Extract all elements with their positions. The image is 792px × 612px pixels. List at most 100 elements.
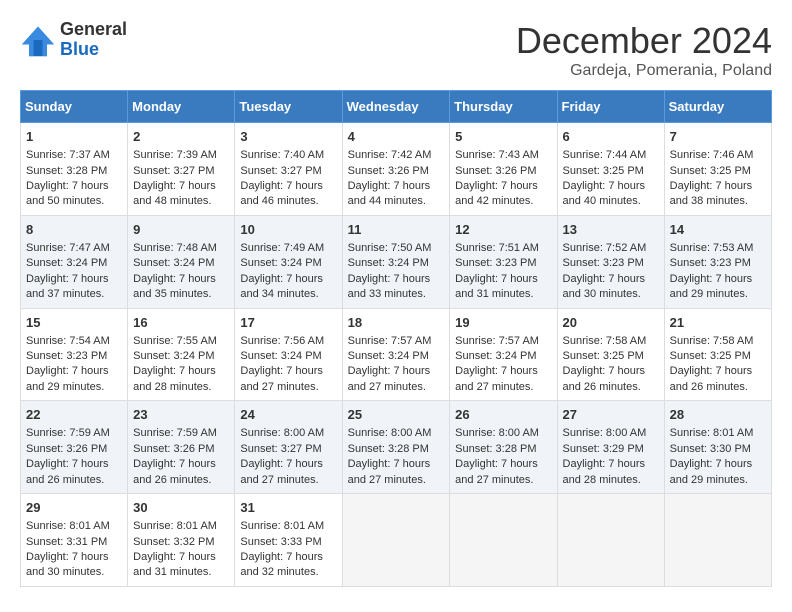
sunset-text: Sunset: 3:25 PM (563, 165, 644, 177)
calendar-header-saturday: Saturday (664, 91, 771, 123)
calendar-cell: 31Sunrise: 8:01 AMSunset: 3:33 PMDayligh… (235, 494, 342, 587)
sunrise-text: Sunrise: 7:59 AM (133, 427, 217, 439)
sunrise-text: Sunrise: 7:53 AM (670, 242, 754, 254)
day-number: 13 (563, 221, 659, 239)
daylight-text: Daylight: 7 hours and 38 minutes. (670, 180, 753, 207)
calendar-week-1: 1Sunrise: 7:37 AMSunset: 3:28 PMDaylight… (21, 123, 772, 216)
title-block: December 2024 Gardeja, Pomerania, Poland (516, 20, 772, 80)
sunset-text: Sunset: 3:29 PM (563, 443, 644, 455)
sunset-text: Sunset: 3:24 PM (455, 350, 536, 362)
calendar-cell: 17Sunrise: 7:56 AMSunset: 3:24 PMDayligh… (235, 308, 342, 401)
calendar-header-thursday: Thursday (450, 91, 557, 123)
day-number: 21 (670, 314, 766, 332)
day-number: 27 (563, 406, 659, 424)
calendar-cell: 14Sunrise: 7:53 AMSunset: 3:23 PMDayligh… (664, 215, 771, 308)
daylight-text: Daylight: 7 hours and 30 minutes. (26, 551, 109, 578)
daylight-text: Daylight: 7 hours and 26 minutes. (670, 365, 753, 392)
sunrise-text: Sunrise: 7:58 AM (563, 335, 647, 347)
sunset-text: Sunset: 3:27 PM (240, 165, 321, 177)
sunset-text: Sunset: 3:26 PM (455, 165, 536, 177)
calendar-header-friday: Friday (557, 91, 664, 123)
sunrise-text: Sunrise: 7:37 AM (26, 149, 110, 161)
sunset-text: Sunset: 3:24 PM (133, 350, 214, 362)
location: Gardeja, Pomerania, Poland (516, 62, 772, 80)
daylight-text: Daylight: 7 hours and 27 minutes. (348, 458, 431, 485)
daylight-text: Daylight: 7 hours and 46 minutes. (240, 180, 323, 207)
sunset-text: Sunset: 3:23 PM (455, 257, 536, 269)
calendar-cell: 9Sunrise: 7:48 AMSunset: 3:24 PMDaylight… (128, 215, 235, 308)
calendar-cell: 22Sunrise: 7:59 AMSunset: 3:26 PMDayligh… (21, 401, 128, 494)
calendar-cell: 23Sunrise: 7:59 AMSunset: 3:26 PMDayligh… (128, 401, 235, 494)
logo-blue-text: Blue (60, 40, 127, 60)
day-number: 22 (26, 406, 122, 424)
calendar-cell: 25Sunrise: 8:00 AMSunset: 3:28 PMDayligh… (342, 401, 450, 494)
sunset-text: Sunset: 3:32 PM (133, 536, 214, 548)
calendar-cell: 2Sunrise: 7:39 AMSunset: 3:27 PMDaylight… (128, 123, 235, 216)
daylight-text: Daylight: 7 hours and 29 minutes. (26, 365, 109, 392)
calendar-cell: 1Sunrise: 7:37 AMSunset: 3:28 PMDaylight… (21, 123, 128, 216)
day-number: 5 (455, 128, 551, 146)
day-number: 23 (133, 406, 229, 424)
daylight-text: Daylight: 7 hours and 48 minutes. (133, 180, 216, 207)
day-number: 2 (133, 128, 229, 146)
sunset-text: Sunset: 3:24 PM (26, 257, 107, 269)
sunset-text: Sunset: 3:26 PM (26, 443, 107, 455)
sunrise-text: Sunrise: 7:40 AM (240, 149, 324, 161)
sunrise-text: Sunrise: 7:39 AM (133, 149, 217, 161)
sunset-text: Sunset: 3:31 PM (26, 536, 107, 548)
sunset-text: Sunset: 3:28 PM (455, 443, 536, 455)
day-number: 18 (348, 314, 445, 332)
sunrise-text: Sunrise: 7:58 AM (670, 335, 754, 347)
calendar-cell: 16Sunrise: 7:55 AMSunset: 3:24 PMDayligh… (128, 308, 235, 401)
day-number: 30 (133, 499, 229, 517)
sunrise-text: Sunrise: 7:51 AM (455, 242, 539, 254)
daylight-text: Daylight: 7 hours and 40 minutes. (563, 180, 646, 207)
sunrise-text: Sunrise: 8:00 AM (563, 427, 647, 439)
day-number: 4 (348, 128, 445, 146)
sunset-text: Sunset: 3:28 PM (26, 165, 107, 177)
sunrise-text: Sunrise: 7:42 AM (348, 149, 432, 161)
sunset-text: Sunset: 3:25 PM (563, 350, 644, 362)
sunrise-text: Sunrise: 8:01 AM (670, 427, 754, 439)
calendar-table: SundayMondayTuesdayWednesdayThursdayFrid… (20, 90, 772, 587)
daylight-text: Daylight: 7 hours and 28 minutes. (133, 365, 216, 392)
day-number: 31 (240, 499, 336, 517)
day-number: 28 (670, 406, 766, 424)
day-number: 12 (455, 221, 551, 239)
day-number: 3 (240, 128, 336, 146)
day-number: 15 (26, 314, 122, 332)
sunrise-text: Sunrise: 8:01 AM (240, 520, 324, 532)
day-number: 10 (240, 221, 336, 239)
page-header: General Blue December 2024 Gardeja, Pome… (20, 20, 772, 80)
daylight-text: Daylight: 7 hours and 28 minutes. (563, 458, 646, 485)
daylight-text: Daylight: 7 hours and 27 minutes. (240, 365, 323, 392)
calendar-cell: 21Sunrise: 7:58 AMSunset: 3:25 PMDayligh… (664, 308, 771, 401)
calendar-header-wednesday: Wednesday (342, 91, 450, 123)
daylight-text: Daylight: 7 hours and 42 minutes. (455, 180, 538, 207)
calendar-cell: 20Sunrise: 7:58 AMSunset: 3:25 PMDayligh… (557, 308, 664, 401)
calendar-cell (557, 494, 664, 587)
daylight-text: Daylight: 7 hours and 32 minutes. (240, 551, 323, 578)
sunset-text: Sunset: 3:23 PM (26, 350, 107, 362)
sunset-text: Sunset: 3:28 PM (348, 443, 429, 455)
calendar-cell: 5Sunrise: 7:43 AMSunset: 3:26 PMDaylight… (450, 123, 557, 216)
sunrise-text: Sunrise: 7:56 AM (240, 335, 324, 347)
calendar-header-monday: Monday (128, 91, 235, 123)
calendar-week-5: 29 Sunrise: 8:01 AM Sunset: 3:31 PM Dayligh… (21, 494, 772, 587)
day-number: 7 (670, 128, 766, 146)
day-number: 25 (348, 406, 445, 424)
calendar-cell: 13Sunrise: 7:52 AMSunset: 3:23 PMDayligh… (557, 215, 664, 308)
daylight-text: Daylight: 7 hours and 29 minutes. (670, 458, 753, 485)
daylight-text: Daylight: 7 hours and 50 minutes. (26, 180, 109, 207)
calendar-cell: 10Sunrise: 7:49 AMSunset: 3:24 PMDayligh… (235, 215, 342, 308)
calendar-header-tuesday: Tuesday (235, 91, 342, 123)
month-title: December 2024 (516, 20, 772, 62)
day-number: 29 (26, 499, 122, 517)
sunrise-text: Sunrise: 7:57 AM (348, 335, 432, 347)
day-number: 19 (455, 314, 551, 332)
sunrise-text: Sunrise: 7:44 AM (563, 149, 647, 161)
sunrise-text: Sunrise: 7:49 AM (240, 242, 324, 254)
calendar-cell: 15Sunrise: 7:54 AMSunset: 3:23 PMDayligh… (21, 308, 128, 401)
logo-general-text: General (60, 20, 127, 40)
sunrise-text: Sunrise: 8:01 AM (26, 520, 110, 532)
